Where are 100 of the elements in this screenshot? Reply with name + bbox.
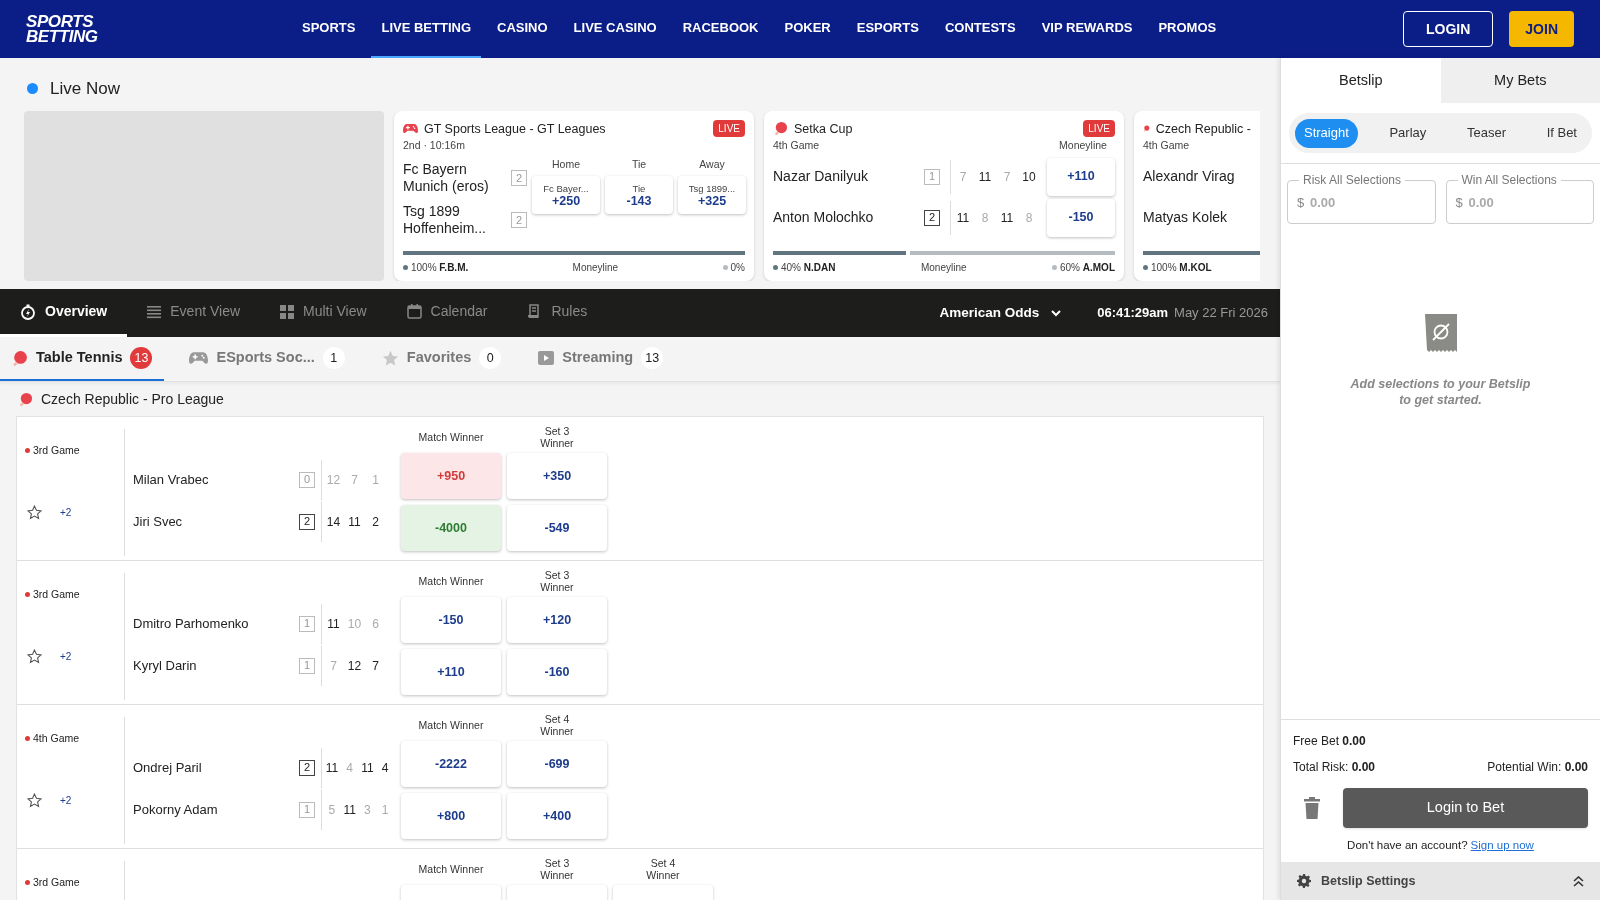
nav-link[interactable]: SPORTS [292, 0, 366, 58]
login-button[interactable]: LOGIN [1402, 11, 1494, 47]
odds-button[interactable]: -150 [1047, 198, 1115, 237]
player-name: Matyas Kolek [1143, 208, 1228, 227]
game-score: 7 [958, 168, 968, 186]
odds-button[interactable]: +120 [507, 597, 607, 643]
game-score: 11 [999, 209, 1015, 227]
trash-icon[interactable] [1303, 796, 1321, 819]
odds-button[interactable]: -699 [507, 741, 607, 787]
column-header: Away [699, 157, 725, 172]
game-score: 11 [342, 801, 357, 819]
nav-link[interactable]: VIP REWARDS [1031, 0, 1143, 58]
game-score: 12 [346, 657, 363, 675]
odds-button[interactable]: +950 [401, 453, 501, 499]
game-score: 4 [380, 759, 390, 777]
more-markets-link[interactable]: +2 [60, 504, 72, 520]
odds-button[interactable]: +400 [507, 793, 607, 839]
market-name: Moneyline [919, 260, 968, 275]
set-score: 1 [924, 168, 940, 185]
view-tab[interactable]: Rules [507, 289, 608, 337]
sport-tab[interactable]: Favorites 0 [370, 337, 514, 381]
nav-link[interactable]: LIVE BETTING [371, 0, 482, 58]
game-score: 10 [346, 615, 363, 633]
game-status: 4th Game [33, 731, 80, 746]
odds-button[interactable]: Tie -143 [605, 175, 673, 214]
signup-link[interactable]: Sign up now [1470, 836, 1534, 854]
odds-button[interactable]: -2222 [401, 741, 501, 787]
market-header: Set 3 Winner [540, 857, 574, 881]
currency-prefix: $ [1455, 194, 1463, 212]
odds-button[interactable]: -150 [401, 597, 501, 643]
odds-button[interactable]: Fc Bayer... +250 [532, 175, 600, 214]
odds-button[interactable]: +800 [401, 793, 501, 839]
view-tab[interactable]: Event View [127, 289, 261, 337]
nav-link[interactable]: CONTESTS [934, 0, 1026, 58]
market-header: Match Winner [418, 718, 484, 733]
game-score: 6 [371, 615, 380, 633]
gear-icon [1297, 874, 1311, 888]
set-score: 2 [924, 209, 940, 226]
live-event-card[interactable]: GT Sports League - GT Leagues LIVE 2nd · 10:16m Fc Bayern Munich (eros) 2 Tsg 1899 Hoffenheim... 2 Home Fc Bayer... +250 Tie Tie -143 Away Tsg 1899... +325 100% F.B.M. Moneyline 0% [394, 110, 754, 281]
odds-button[interactable]: +350 [507, 453, 607, 499]
live-event-card[interactable]: Czech Republic - 4th Game Alexandr Virag Matyas Kolek 100% M.KOL [1134, 110, 1260, 281]
market-header: Set 3 Winner [540, 569, 574, 593]
nav-link[interactable]: POKER [774, 0, 841, 58]
odds-button[interactable]: -549 [507, 505, 607, 551]
bet-share: 60% A.MOL [1060, 260, 1115, 275]
logo[interactable]: SPORTS BETTING [26, 14, 276, 44]
bet-type-option[interactable]: Parlay [1380, 118, 1436, 148]
betslip-tab[interactable]: Betslip [1281, 58, 1441, 103]
live-event-card[interactable]: Setka Cup LIVE 4th Game Moneyline Nazar Danilyuk 1 7 11 7 10 +110 Anton Molochko 2 11 8 11 8 -150 40% N.DAN Moneyline 60% A.MOL [764, 110, 1124, 281]
game-score: 11 [324, 759, 340, 777]
bet-type-option[interactable]: If Bet [1537, 118, 1586, 148]
game-period: 2nd · 10:16m [403, 138, 465, 154]
sport-tab[interactable]: ESports Soc... 1 [178, 337, 357, 381]
view-tab[interactable]: Overview [0, 289, 128, 337]
login-to-bet-button[interactable]: Login to Bet [1343, 787, 1588, 828]
game-score: 11 [955, 209, 971, 227]
player-name: Jiri Svec [133, 512, 183, 531]
odds-format-dropdown[interactable]: American Odds [939, 289, 1062, 337]
nav-link[interactable]: ESPORTS [846, 0, 929, 58]
player-name: Alexandr Virag [1143, 167, 1235, 186]
market-name: Moneyline [571, 260, 620, 275]
betslip-tab[interactable]: My Bets [1440, 58, 1600, 103]
set-score: 1 [299, 657, 315, 674]
view-tab[interactable]: Calendar [386, 289, 508, 337]
odds-button[interactable]: +110 [401, 649, 501, 695]
sport-tab[interactable]: Streaming 13 [527, 337, 676, 381]
gamepad-icon [189, 351, 209, 365]
betslip-settings-bar[interactable]: Betslip Settings [1281, 862, 1600, 900]
view-tab[interactable]: Multi View [260, 289, 387, 337]
odds-button[interactable]: -4000 [401, 505, 501, 551]
nav-link[interactable]: PROMOS [1148, 0, 1227, 58]
game-score: 1 [380, 801, 390, 819]
player-name: Milan Vrabec [133, 470, 209, 489]
game-score: 1 [371, 471, 380, 489]
odds-button[interactable]: -160 [507, 649, 607, 695]
more-markets-link[interactable]: +2 [60, 792, 72, 808]
nav-link[interactable]: LIVE CASINO [563, 0, 667, 58]
nav-link[interactable]: RACEBOOK [672, 0, 769, 58]
free-bet-summary: Free Bet 0.00 [1293, 732, 1366, 750]
favorite-star-icon[interactable] [27, 504, 42, 520]
favorite-star-icon[interactable] [27, 648, 42, 664]
set-score: 2 [299, 759, 315, 776]
set-score: 2 [299, 513, 315, 530]
bet-type-option[interactable]: Teaser [1457, 118, 1515, 148]
more-markets-link[interactable]: +2 [60, 648, 72, 664]
count-badge: 13 [641, 347, 664, 369]
set-score: 1 [299, 615, 315, 632]
grid-icon [280, 304, 295, 319]
market-header: Match Winner [418, 430, 484, 445]
nav-link[interactable]: CASINO [487, 0, 558, 58]
odds-button[interactable]: Tsg 1899... +325 [678, 175, 746, 214]
game-period: 4th Game [773, 138, 820, 154]
market-header: Set 3 Winner [540, 425, 574, 449]
sport-tab[interactable]: Table Tennis 13 [0, 337, 165, 381]
league-name: GT Sports League - GT Leagues [424, 120, 606, 138]
odds-button[interactable]: +110 [1047, 157, 1115, 196]
player-name: Dmitro Parhomenko [133, 614, 249, 633]
market-header: Match Winner [418, 862, 484, 877]
join-button[interactable]: JOIN [1509, 11, 1574, 47]
favorite-star-icon[interactable] [27, 792, 42, 808]
